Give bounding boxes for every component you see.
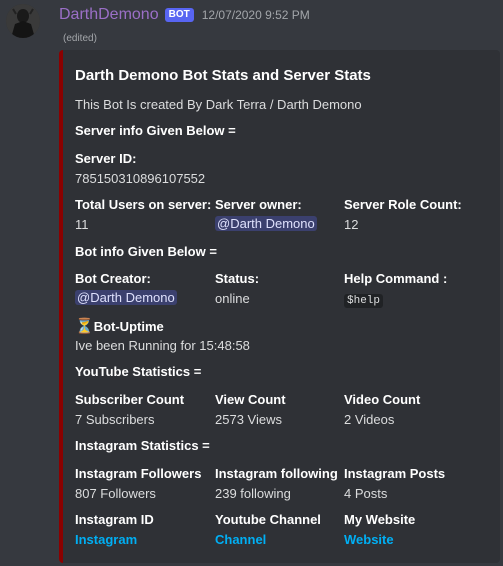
message-header: DarthDemono BOT 12/07/2020 9:52 PM — [59, 5, 310, 25]
bot-tag: BOT — [164, 8, 194, 22]
ig-followers-label: Instagram Followers — [75, 466, 202, 481]
bot-info-heading: Bot info Given Below = — [75, 244, 217, 259]
help-command-code: $help — [344, 294, 384, 308]
server-id-value: 785150310896107552 — [75, 171, 206, 186]
ig-posts-label: Instagram Posts — [344, 466, 446, 481]
ig-followers-value: 807 Followers — [75, 486, 156, 501]
subscriber-count-value: 7 Subscribers — [75, 412, 155, 427]
total-users-label: Total Users on server: — [75, 197, 212, 212]
video-count-value: 2 Videos — [344, 412, 395, 427]
bot-creator-label: Bot Creator: — [75, 271, 151, 286]
help-command-label: Help Command : — [344, 271, 448, 286]
server-owner-mention[interactable]: @Darth Demono — [215, 216, 317, 231]
role-count-value: 12 — [344, 217, 359, 232]
youtube-heading: YouTube Statistics = — [75, 364, 202, 379]
status-label: Status: — [215, 271, 260, 286]
view-count-value: 2573 Views — [215, 412, 282, 427]
channel-link[interactable]: Channel — [215, 532, 266, 547]
instagram-link[interactable]: Instagram — [75, 532, 137, 547]
embed-description: This Bot Is created By Dark Terra / Dart… — [75, 97, 362, 112]
avatar[interactable] — [6, 4, 40, 38]
subscriber-count-label: Subscriber Count — [75, 392, 185, 407]
hourglass-icon: ⏳ — [75, 318, 94, 335]
server-info-heading: Server info Given Below = — [75, 123, 236, 138]
embed: Darth Demono Bot Stats and Server Stats … — [59, 50, 500, 563]
avatar-figure-icon — [6, 4, 40, 38]
bot-creator-mention[interactable]: @Darth Demono — [75, 290, 177, 305]
status-value: online — [215, 291, 250, 306]
instagram-heading: Instagram Statistics = — [75, 438, 210, 453]
role-count-label: Server Role Count: — [344, 197, 462, 212]
website-label: My Website — [344, 512, 416, 527]
ig-following-label: Instagram following — [215, 466, 338, 481]
yt-channel-label: Youtube Channel — [215, 512, 321, 527]
username[interactable]: DarthDemono — [59, 6, 159, 24]
uptime-label: Bot-Uptime — [93, 319, 164, 334]
embed-title: Darth Demono Bot Stats and Server Stats — [75, 67, 371, 84]
edited-label: (edited) — [63, 33, 97, 44]
server-id-label: Server ID: — [75, 151, 137, 166]
timestamp[interactable]: 12/07/2020 9:52 PM — [202, 8, 310, 22]
website-link[interactable]: Website — [344, 532, 394, 547]
ig-posts-value: 4 Posts — [344, 486, 388, 501]
ig-id-label: Instagram ID — [75, 512, 154, 527]
video-count-label: Video Count — [344, 392, 421, 407]
uptime-value: Ive been Running for 15:48:58 — [75, 338, 250, 353]
view-count-label: View Count — [215, 392, 286, 407]
server-owner-label: Server owner: — [215, 197, 302, 212]
total-users-value: 11 — [75, 217, 89, 232]
ig-following-value: 239 following — [215, 486, 291, 501]
